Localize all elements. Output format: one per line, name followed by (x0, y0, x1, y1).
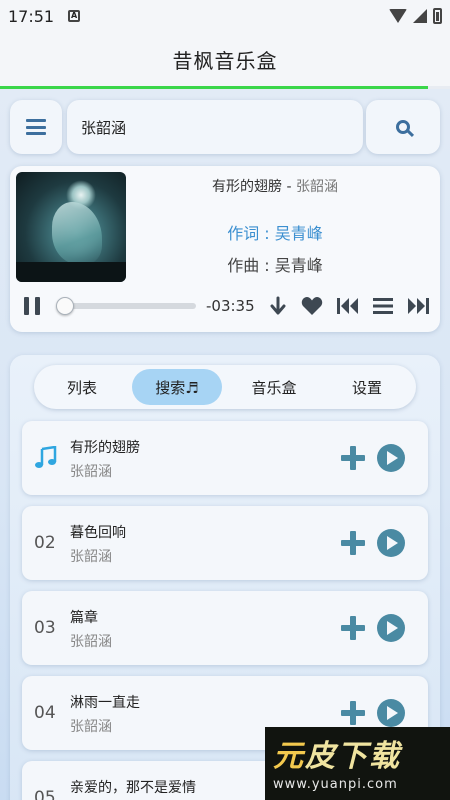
download-icon[interactable] (269, 296, 287, 316)
seek-bar[interactable] (56, 297, 196, 315)
app-title-bar: 昔枫音乐盒 (0, 32, 450, 86)
hamburger-icon (26, 119, 46, 135)
tab-music-box[interactable]: 音乐盒 (234, 369, 314, 405)
song-artist: 张韶涵 (70, 719, 112, 735)
watermark-logo: 元皮下载 www.yuanpi.com (265, 727, 450, 800)
now-playing-artist: 张韶涵 (295, 179, 338, 195)
menu-button[interactable] (10, 100, 62, 154)
wifi-icon (389, 9, 407, 23)
song-title: 篇章 (70, 610, 98, 626)
notification-icon: A (68, 10, 81, 22)
song-title: 淋雨一直走 (70, 695, 140, 711)
song-title: 有形的翅膀 (70, 440, 140, 456)
player-controls: -03:35 (24, 294, 434, 318)
song-index: 02 (34, 533, 56, 553)
now-playing-card: 有形的翅膀 - 张韶涵 作词 : 吴青峰 作曲 : 吴青峰 -03:35 (10, 166, 440, 332)
tab-settings[interactable]: 设置 (330, 369, 404, 405)
search-icon (396, 120, 410, 134)
song-title: 亲爱的，那不是爱情 (70, 780, 196, 796)
add-icon[interactable] (340, 530, 366, 556)
status-icons (389, 8, 442, 24)
tab-search[interactable]: 搜索♬ (132, 369, 222, 405)
lyricist-line: 作词 : 吴青峰 (227, 224, 323, 243)
composer-line: 作曲 : 吴青峰 (227, 256, 323, 275)
song-artist: 张韶涵 (70, 634, 112, 650)
status-bar: 17:51 A (0, 0, 450, 32)
add-icon[interactable] (340, 700, 366, 726)
song-index: 05 (34, 788, 56, 800)
seek-handle[interactable] (56, 297, 74, 315)
add-icon[interactable] (340, 615, 366, 641)
play-icon[interactable] (376, 443, 406, 473)
now-playing-indicator (34, 421, 64, 495)
play-icon[interactable] (376, 698, 406, 728)
now-playing-title: 有形的翅膀 - 张韶涵 (212, 179, 338, 195)
search-input[interactable]: 张韶涵 (67, 100, 363, 154)
play-icon[interactable] (376, 613, 406, 643)
playlist-icon[interactable] (372, 298, 393, 314)
status-time: 17:51 (8, 6, 55, 26)
song-index: 03 (34, 618, 56, 638)
song-artist: 张韶涵 (70, 464, 112, 480)
watermark-url: www.yuanpi.com (273, 777, 398, 792)
tab-list[interactable]: 列表 (46, 369, 118, 405)
search-button[interactable] (366, 100, 440, 154)
battery-icon (433, 8, 442, 24)
signal-icon (413, 9, 427, 23)
song-info: 有形的翅膀 - 张韶涵 作词 : 吴青峰 作曲 : 吴青峰 (150, 176, 400, 276)
music-note-icon (35, 446, 57, 468)
album-cover (16, 172, 126, 282)
next-track-icon[interactable] (407, 297, 429, 315)
song-row[interactable]: 02 暮色回响 张韶涵 (22, 506, 428, 580)
page-load-progress (0, 86, 450, 89)
tab-bar: 列表 搜索♬ 音乐盒 设置 (34, 365, 416, 409)
add-icon[interactable] (340, 445, 366, 471)
search-query: 张韶涵 (81, 118, 127, 137)
heart-icon[interactable] (301, 296, 323, 316)
song-row[interactable]: 有形的翅膀 张韶涵 (22, 421, 428, 495)
song-row[interactable]: 03 篇章 张韶涵 (22, 591, 428, 665)
song-artist: 张韶涵 (70, 549, 112, 565)
previous-track-icon[interactable] (336, 297, 359, 315)
pause-button[interactable] (24, 297, 40, 315)
app-title: 昔枫音乐盒 (172, 48, 278, 73)
song-title: 暮色回响 (70, 525, 126, 541)
song-index: 04 (34, 703, 56, 723)
time-remaining: -03:35 (206, 297, 255, 315)
play-icon[interactable] (376, 528, 406, 558)
search-row: 张韶涵 (10, 100, 440, 154)
